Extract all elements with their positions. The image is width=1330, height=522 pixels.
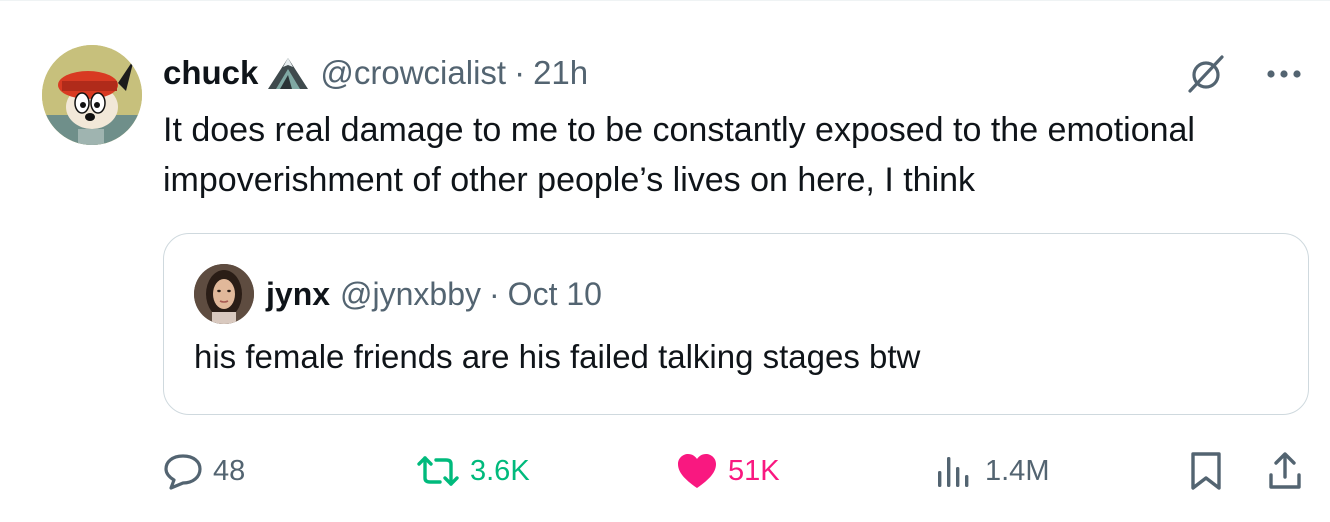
separator-dot: · — [489, 275, 500, 312]
heart-icon — [678, 454, 716, 488]
share-button[interactable] — [1267, 448, 1303, 494]
quoted-author-avatar[interactable] — [194, 264, 254, 324]
more-icon[interactable] — [1266, 67, 1302, 85]
tweet-text: It does real damage to me to be constant… — [163, 111, 1195, 199]
quoted-handle[interactable]: @jynxbby — [340, 276, 481, 313]
views-button[interactable]: 1.4M — [935, 448, 1049, 494]
repost-button[interactable]: 3.6K — [416, 448, 530, 494]
quoted-date[interactable]: Oct 10 — [508, 276, 602, 313]
like-count: 51K — [728, 454, 780, 487]
mountain-badge-icon — [266, 55, 310, 91]
reply-count: 48 — [213, 454, 246, 487]
grok-icon[interactable] — [1184, 51, 1228, 100]
author-display-name[interactable]: chuck — [163, 54, 258, 92]
author-avatar[interactable] — [42, 45, 142, 145]
reply-icon — [164, 454, 202, 490]
tweet-header: chuck @crowcialist · 21h — [163, 51, 588, 95]
quoted-tweet[interactable]: jynx @jynxbby · Oct 10 his female friend… — [163, 233, 1309, 415]
repost-count: 3.6K — [470, 454, 530, 487]
reply-button[interactable]: 48 — [163, 448, 245, 494]
separator-dot: · — [514, 54, 526, 91]
author-handle[interactable]: @crowcialist — [320, 54, 506, 92]
like-button[interactable]: 51K — [676, 448, 780, 494]
quoted-display-name[interactable]: jynx — [266, 276, 330, 313]
tweet[interactable]: chuck @crowcialist · 21h It does real da… — [0, 0, 1330, 522]
share-icon — [1269, 452, 1301, 489]
quoted-text: his female friends are his failed talkin… — [194, 338, 921, 375]
repost-icon — [417, 456, 459, 486]
tweet-timestamp[interactable]: 21h — [533, 54, 588, 92]
bookmark-button[interactable] — [1189, 448, 1223, 494]
quoted-header: jynx @jynxbby · Oct 10 — [266, 274, 602, 314]
top-right-actions — [1184, 51, 1302, 100]
views-icon — [938, 457, 969, 487]
bookmark-icon — [1191, 452, 1221, 490]
action-bar: 48 3.6K 51K 1.4M — [163, 448, 1309, 494]
views-count: 1.4M — [985, 454, 1050, 487]
